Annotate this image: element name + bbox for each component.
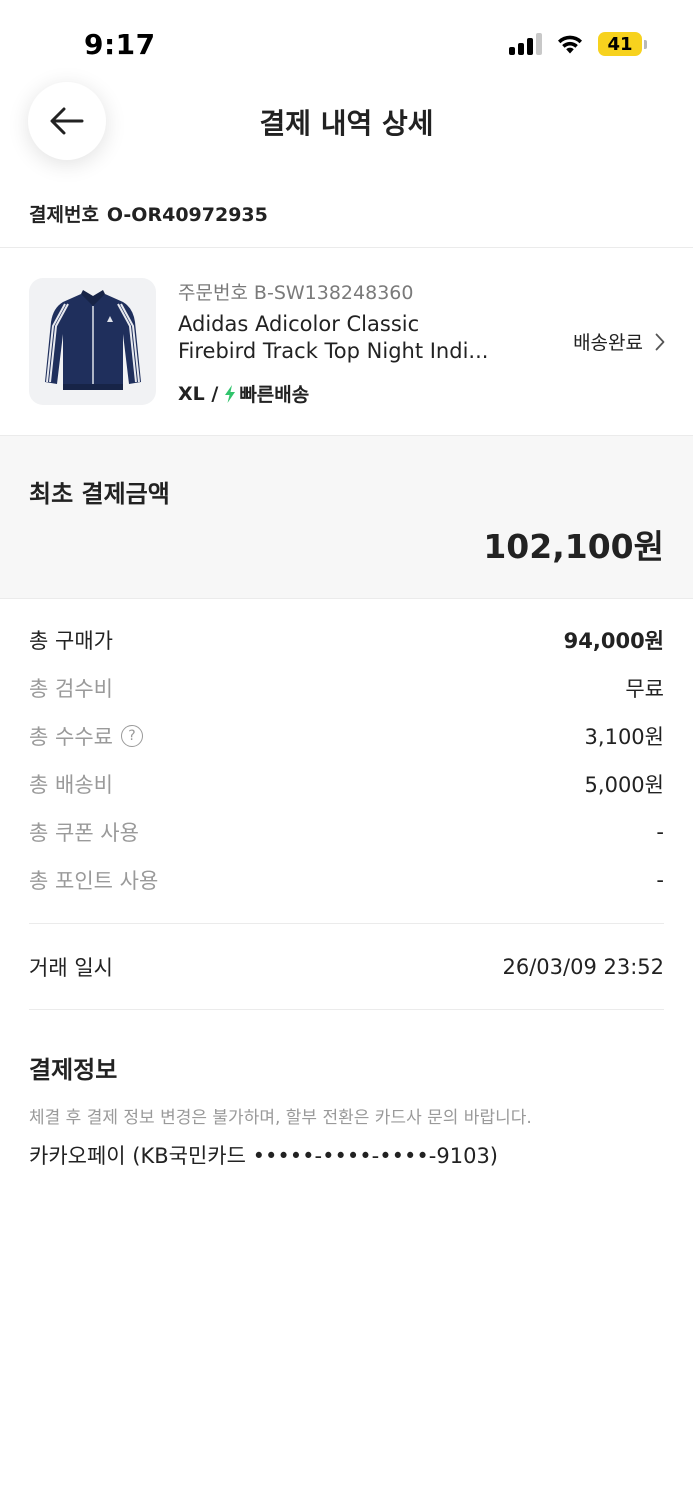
initial-payment-section: 최초 결제금액 102,100원 (0, 435, 693, 599)
delivery-status-link[interactable]: 배송완료 (573, 328, 665, 355)
wifi-icon (558, 35, 582, 54)
price-value: 3,100원 (584, 725, 664, 749)
status-icons: 41 (509, 32, 647, 56)
payment-number: 결제번호 O-OR40972935 (29, 200, 268, 227)
price-label-fee: 총 수수료 ? (29, 721, 143, 751)
order-number: 주문번호 B-SW138248360 (178, 278, 413, 305)
price-value: - (656, 868, 664, 892)
shipping-type: 빠른배송 (239, 384, 310, 406)
signal-icon (509, 33, 542, 55)
status-bar: 9:17 41 (0, 0, 693, 90)
payment-info-notice: 체결 후 결제 정보 변경은 불가하며, 할부 전환은 카드사 문의 바랍니다. (29, 1108, 532, 1128)
payment-number-label: 결제번호 (29, 204, 99, 226)
divider (0, 247, 693, 248)
price-row-fee: 총 수수료 ? 3,100원 (29, 721, 664, 751)
order-number-label: 주문번호 (178, 282, 248, 304)
price-value: 94,000원 (563, 629, 664, 653)
price-label: 총 배송비 (29, 773, 113, 797)
price-value: 무료 (625, 677, 664, 701)
price-label: 총 쿠폰 사용 (29, 821, 139, 845)
page-title: 결제 내역 상세 (259, 107, 434, 140)
price-label: 총 포인트 사용 (29, 869, 159, 893)
battery-icon: 41 (598, 32, 647, 56)
status-time: 9:17 (84, 28, 156, 61)
jacket-image (44, 289, 141, 390)
product-image (29, 278, 156, 405)
product-name-line1: Adidas Adicolor Classic (178, 312, 420, 336)
fast-shipping-badge: 빠른배송 (224, 380, 309, 407)
price-label: 총 검수비 (29, 677, 113, 701)
transaction-row: 거래 일시 26/03/09 23:52 (29, 952, 664, 982)
product-card[interactable]: 주문번호 B-SW138248360 Adidas Adicolor Classi… (0, 250, 693, 434)
price-value: 5,000원 (584, 773, 664, 797)
divider (29, 1009, 664, 1010)
payment-info-title: 결제정보 (29, 1056, 118, 1084)
initial-payment-label: 최초 결제금액 (29, 480, 170, 508)
initial-payment-amount: 102,100원 (483, 527, 664, 566)
price-row-shipping: 총 배송비 5,000원 (29, 769, 664, 799)
payment-number-value: O-OR40972935 (106, 204, 268, 226)
price-value: - (656, 820, 664, 844)
price-row-points: 총 포인트 사용 - (29, 865, 664, 895)
delivery-status: 배송완료 (573, 332, 643, 354)
price-row-purchase: 총 구매가 94,000원 (29, 625, 664, 655)
product-name-line2: Firebird Track Top Night Indi... (178, 339, 489, 363)
order-number-value: B-SW138248360 (253, 282, 414, 304)
battery-level: 41 (598, 32, 642, 56)
price-row-inspection: 총 검수비 무료 (29, 673, 664, 703)
price-label: 총 구매가 (29, 629, 113, 653)
chevron-right-icon (655, 333, 665, 350)
header: 결제 내역 상세 (0, 82, 693, 164)
transaction-label: 거래 일시 (29, 956, 113, 980)
price-label: 총 수수료 (29, 725, 113, 749)
transaction-datetime: 26/03/09 23:52 (502, 955, 664, 979)
product-size: XL / (178, 382, 219, 405)
payment-method: 카카오페이 (KB국민카드 •••••-••••-••••-9103) (29, 1144, 498, 1168)
product-option: XL / 빠른배송 (178, 380, 309, 407)
product-name: Adidas Adicolor Classic Firebird Track T… (178, 311, 518, 365)
price-row-coupon: 총 쿠폰 사용 - (29, 817, 664, 847)
help-icon[interactable]: ? (120, 725, 143, 747)
divider (29, 923, 664, 924)
lightning-icon (225, 384, 236, 403)
